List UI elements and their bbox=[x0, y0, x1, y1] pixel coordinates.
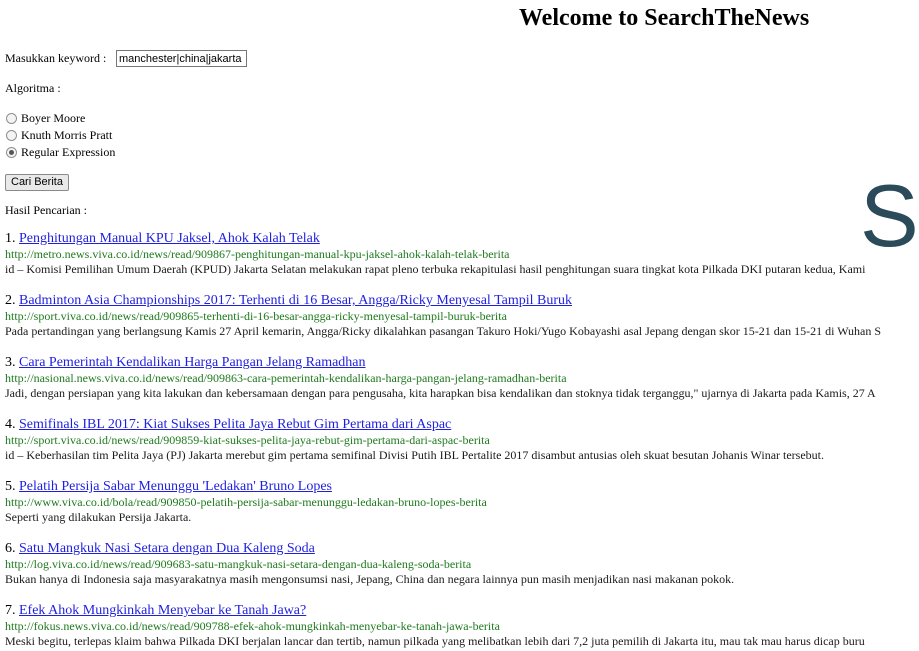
algorithm-label: Algoritma : bbox=[5, 81, 61, 95]
result-title-row: 4. Semifinals IBL 2017: Kiat Sukses Peli… bbox=[5, 417, 824, 433]
result-title-row: 3. Cara Pemerintah Kendalikan Harga Pang… bbox=[5, 355, 876, 371]
search-button[interactable]: Cari Berita bbox=[5, 174, 69, 191]
page-title: Welcome to SearchTheNews bbox=[519, 5, 810, 31]
result-title-row: 5. Pelatih Persija Sabar Menunggu 'Ledak… bbox=[5, 479, 487, 495]
keyword-row: Masukkan keyword : bbox=[5, 50, 247, 67]
result-number: 2. bbox=[5, 293, 16, 308]
radio-option-knuth-morris-pratt[interactable]: Knuth Morris Pratt bbox=[6, 128, 112, 143]
result-snippet: id – Keberhasilan tim Pelita Jaya (PJ) J… bbox=[5, 448, 825, 462]
radio-button-regular-expression[interactable] bbox=[6, 147, 17, 158]
result-url: http://sport.viva.co.id/news/read/909865… bbox=[5, 309, 507, 323]
result-item: 3. Cara Pemerintah Kendalikan Harga Pang… bbox=[5, 355, 876, 401]
result-url: http://nasional.news.viva.co.id/news/rea… bbox=[5, 371, 567, 385]
result-snippet: Seperti yang dilakukan Persija Jakarta. bbox=[5, 510, 192, 524]
keyword-input[interactable] bbox=[116, 50, 247, 67]
result-snippet: Pada pertandingan yang berlangsung Kamis… bbox=[5, 324, 882, 338]
result-item: 7. Efek Ahok Mungkinkah Menyebar ke Tana… bbox=[5, 603, 865, 649]
radio-label-regular-expression: Regular Expression bbox=[21, 145, 116, 159]
result-url: http://www.viva.co.id/bola/read/909850-p… bbox=[5, 495, 487, 509]
radio-button-knuth-morris-pratt[interactable] bbox=[6, 130, 17, 141]
result-url: http://log.viva.co.id/news/read/909683-s… bbox=[5, 557, 472, 571]
result-title-row: 6. Satu Mangkuk Nasi Setara dengan Dua K… bbox=[5, 541, 734, 557]
result-title-row: 1. Penghitungan Manual KPU Jaksel, Ahok … bbox=[5, 231, 865, 247]
result-url: http://metro.news.viva.co.id/news/read/9… bbox=[5, 247, 510, 261]
result-number: 7. bbox=[5, 603, 16, 618]
result-url: http://sport.viva.co.id/news/read/909859… bbox=[5, 433, 490, 447]
result-title-link[interactable]: Badminton Asia Championships 2017: Terhe… bbox=[19, 293, 572, 308]
keyword-label: Masukkan keyword : bbox=[5, 51, 107, 65]
result-item: 2. Badminton Asia Championships 2017: Te… bbox=[5, 293, 881, 339]
result-title-link[interactable]: Satu Mangkuk Nasi Setara dengan Dua Kale… bbox=[19, 541, 315, 556]
result-number: 6. bbox=[5, 541, 16, 556]
result-number: 1. bbox=[5, 231, 16, 246]
result-title-link[interactable]: Penghitungan Manual KPU Jaksel, Ahok Kal… bbox=[19, 231, 320, 246]
result-number: 4. bbox=[5, 417, 16, 432]
result-title-link[interactable]: Cara Pemerintah Kendalikan Harga Pangan … bbox=[19, 355, 366, 370]
result-snippet: id – Komisi Pemilihan Umum Daerah (KPUD)… bbox=[5, 262, 866, 276]
result-url: http://fokus.news.viva.co.id/news/read/9… bbox=[5, 619, 500, 633]
radio-option-regular-expression[interactable]: Regular Expression bbox=[6, 145, 115, 160]
result-number: 5. bbox=[5, 479, 16, 494]
result-snippet: Jadi, dengan persiapan yang kita lakukan… bbox=[5, 386, 876, 400]
result-item: 5. Pelatih Persija Sabar Menunggu 'Ledak… bbox=[5, 479, 487, 525]
radio-label-knuth-morris-pratt: Knuth Morris Pratt bbox=[21, 128, 113, 142]
radio-label-boyer-moore: Boyer Moore bbox=[21, 111, 86, 125]
result-snippet: Bukan hanya di Indonesia saja masyarakat… bbox=[5, 572, 735, 586]
result-snippet: Meski begitu, terlepas klaim bahwa Pilka… bbox=[5, 634, 865, 648]
results-label: Hasil Pencarian : bbox=[5, 203, 87, 217]
result-number: 3. bbox=[5, 355, 16, 370]
result-item: 6. Satu Mangkuk Nasi Setara dengan Dua K… bbox=[5, 541, 734, 587]
result-title-row: 7. Efek Ahok Mungkinkah Menyebar ke Tana… bbox=[5, 603, 865, 619]
result-item: 1. Penghitungan Manual KPU Jaksel, Ahok … bbox=[5, 231, 865, 277]
result-title-link[interactable]: Semifinals IBL 2017: Kiat Sukses Pelita … bbox=[19, 417, 451, 432]
logo-letter-s: S bbox=[860, 166, 919, 265]
radio-button-boyer-moore[interactable] bbox=[6, 113, 17, 124]
result-title-row: 2. Badminton Asia Championships 2017: Te… bbox=[5, 293, 881, 309]
result-title-link[interactable]: Pelatih Persija Sabar Menunggu 'Ledakan'… bbox=[19, 479, 332, 494]
result-title-link[interactable]: Efek Ahok Mungkinkah Menyebar ke Tanah J… bbox=[19, 603, 306, 618]
radio-option-boyer-moore[interactable]: Boyer Moore bbox=[6, 111, 85, 126]
result-item: 4. Semifinals IBL 2017: Kiat Sukses Peli… bbox=[5, 417, 824, 463]
